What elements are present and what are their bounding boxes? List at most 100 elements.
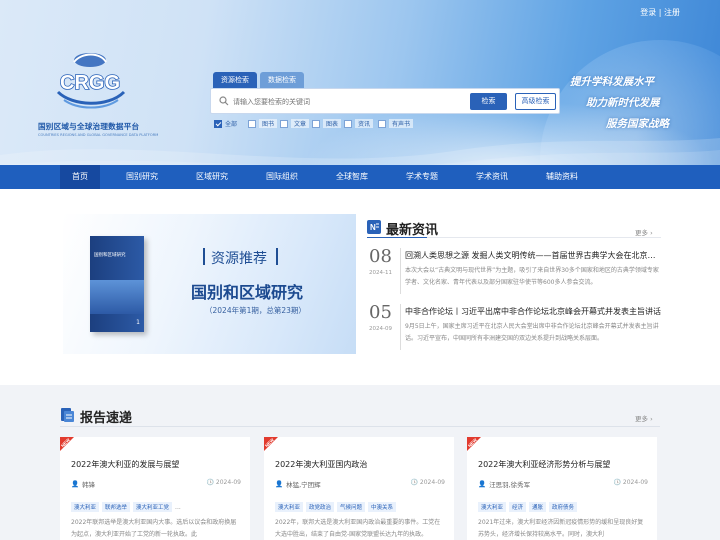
- nav-home[interactable]: 首页: [60, 165, 100, 189]
- resource-recommendation[interactable]: 国别和区域研究 1 资源推荐 国别和区域研究 （2024年第1期，总第23期）: [63, 214, 356, 354]
- news-divider: [367, 237, 661, 238]
- tag[interactable]: 中澳关系: [368, 502, 397, 512]
- slogan-3: 服务国家战略: [606, 118, 669, 130]
- tag[interactable]: 联邦选举: [102, 502, 131, 512]
- search-input[interactable]: [233, 94, 473, 110]
- register-link[interactable]: 注册: [664, 8, 680, 17]
- user-icon: 👤: [275, 480, 284, 488]
- filter-news[interactable]: 资讯: [344, 119, 374, 128]
- news-divider-vertical: [400, 248, 401, 294]
- news-day: 05: [369, 302, 392, 323]
- search-box: 检索 高级检索: [210, 88, 560, 114]
- checkbox-icon: [344, 119, 352, 128]
- tag[interactable]: 气候问题: [337, 502, 366, 512]
- tag[interactable]: 经济: [509, 502, 527, 512]
- report-card[interactable]: NEW 2022年澳大利亚国内政治 👤 林猛,宁团辉 🕓 2024-09 澳大利亚政…: [264, 437, 454, 540]
- report-tags: 澳大利亚 政党政治 气候问题 中澳关系: [275, 494, 399, 512]
- tab-resource-search[interactable]: 资源检索: [213, 72, 257, 88]
- news-headline: 回溯人类思想之源 发掘人类文明传统——首届世界古典学大会在北京举行: [405, 251, 661, 260]
- news-item[interactable]: 05 2024-09 中非合作论坛丨习近平出席中非合作论坛北京峰会开幕式并发表主…: [367, 302, 661, 362]
- chevron-right-icon: ›: [650, 415, 653, 423]
- main-nav: 首页 国别研究 区域研究 国际组织 全球智库 学术专题 学术资讯 辅助资料: [0, 165, 720, 189]
- filter-label: 有声书: [389, 119, 414, 128]
- tag[interactable]: 通胀: [529, 502, 547, 512]
- report-icon: [61, 408, 74, 422]
- checkbox-icon: [378, 119, 386, 128]
- new-badge-icon: NEW: [60, 437, 74, 451]
- report-date: 🕓 2024-09: [206, 479, 241, 486]
- search-button[interactable]: 检索: [470, 93, 507, 110]
- nav-academic-news[interactable]: 学术资讯: [468, 165, 516, 189]
- report-description: 2021年过来，澳大利亚经济因新冠疫情形势的缓和呈现良好复苏势头，经济增长保持较…: [478, 519, 644, 538]
- checkbox-icon: [280, 119, 288, 128]
- news-divider-accent: [367, 237, 427, 238]
- nav-think-tanks[interactable]: 全球智库: [328, 165, 376, 189]
- filter-all[interactable]: 全部: [214, 119, 237, 128]
- nav-regional-studies[interactable]: 区域研究: [188, 165, 236, 189]
- nav-intl-orgs[interactable]: 国际组织: [258, 165, 306, 189]
- more-label: 更多: [635, 415, 648, 423]
- filter-label: 图书: [259, 119, 278, 128]
- filter-label: 资讯: [355, 119, 374, 128]
- clock-icon: 🕓: [613, 479, 621, 486]
- filter-audiobooks[interactable]: 有声书: [378, 119, 414, 128]
- news-item[interactable]: 08 2024-11 回溯人类思想之源 发掘人类文明传统——首届世界古典学大会在…: [367, 246, 661, 306]
- news-section-title: 最新资讯: [386, 223, 439, 238]
- user-icon: 👤: [71, 480, 80, 488]
- book-cover: 国别和区域研究 1: [90, 236, 144, 332]
- search-icon: [219, 96, 229, 106]
- filter-label: 全部: [225, 121, 238, 128]
- book-title: 国别和区域研究: [94, 253, 126, 258]
- login-link[interactable]: 登录: [640, 8, 656, 17]
- svg-text:N: N: [370, 223, 376, 232]
- site-logo[interactable]: CRGG: [48, 48, 132, 114]
- filter-label: 文章: [291, 119, 310, 128]
- tag[interactable]: 澳大利亚: [275, 502, 304, 512]
- report-card[interactable]: NEW 2022年澳大利亚的发展与展望 👤 韩锋 🕓 2024-09 澳大利亚 联邦选…: [60, 437, 250, 540]
- filter-books[interactable]: 图书: [248, 119, 278, 128]
- checkbox-icon: [248, 119, 256, 128]
- tag[interactable]: 政党政治: [306, 502, 335, 512]
- news-icon: N: [367, 220, 381, 234]
- heading-bar-left: [203, 248, 205, 265]
- slogan-1: 提升学科发展水平: [570, 76, 654, 88]
- report-description: 2022年联邦选举是澳大利亚国内大事。选后以议会和政府换届为起点，澳大利亚开始了…: [71, 519, 237, 538]
- nav-country-studies[interactable]: 国别研究: [118, 165, 166, 189]
- report-date: 🕓 2024-09: [613, 479, 648, 486]
- filter-label: 图表: [323, 119, 342, 128]
- date-text: 2024-09: [419, 479, 445, 486]
- filter-articles[interactable]: 文章: [280, 119, 310, 128]
- tag[interactable]: 政府债务: [549, 502, 578, 512]
- reports-divider: [60, 426, 660, 427]
- tag-ellipsis: ...: [175, 504, 181, 511]
- advanced-search-button[interactable]: 高级检索: [515, 93, 556, 110]
- heading-bar-right: [276, 248, 278, 265]
- tag[interactable]: 澳大利亚: [71, 502, 100, 512]
- nav-topics[interactable]: 学术专题: [398, 165, 446, 189]
- reports-more-link[interactable]: 更多 ›: [635, 413, 653, 423]
- news-day: 08: [369, 246, 392, 267]
- news-divider-vertical: [400, 304, 401, 350]
- news-description: 9月5日上午，国家主席习近平在北京人民大会堂出席中非合作论坛北京峰会开幕式并发表…: [405, 323, 659, 342]
- filter-charts[interactable]: 图表: [312, 119, 342, 128]
- news-headline: 中非合作论坛丨习近平出席中非合作论坛北京峰会开幕式并发表主旨讲话: [405, 307, 661, 316]
- report-description: 2022年，联邦大选是澳大利亚国内政治最重要的事件。工党在大选中胜出，结束了自由…: [275, 519, 441, 538]
- book-issue: 1: [136, 319, 140, 326]
- book-band: [90, 280, 144, 314]
- report-title: 2022年澳大利亚的发展与展望: [71, 460, 180, 469]
- tag[interactable]: 澳大利亚: [478, 502, 507, 512]
- tab-data-search[interactable]: 数据检索: [260, 72, 304, 88]
- tag[interactable]: 澳大利亚工党: [133, 502, 173, 512]
- clock-icon: 🕓: [410, 479, 418, 486]
- resource-subtitle: （2024年第1期，总第23期）: [205, 306, 306, 315]
- author-name: 林猛,宁团辉: [286, 481, 321, 489]
- report-card[interactable]: NEW 2022年澳大利亚经济形势分析与展望 👤 汪思羽,徐秀军 🕓 2024-09…: [467, 437, 657, 540]
- login-separator: |: [656, 8, 664, 17]
- news-date: 2024-11: [369, 270, 392, 276]
- nav-reference[interactable]: 辅助资料: [538, 165, 586, 189]
- date-text: 2024-09: [622, 479, 648, 486]
- news-more-link[interactable]: 更多 ›: [635, 227, 653, 237]
- new-badge-icon: NEW: [264, 437, 278, 451]
- checkbox-icon: [214, 119, 222, 128]
- resource-title: 国别和区域研究: [191, 283, 304, 302]
